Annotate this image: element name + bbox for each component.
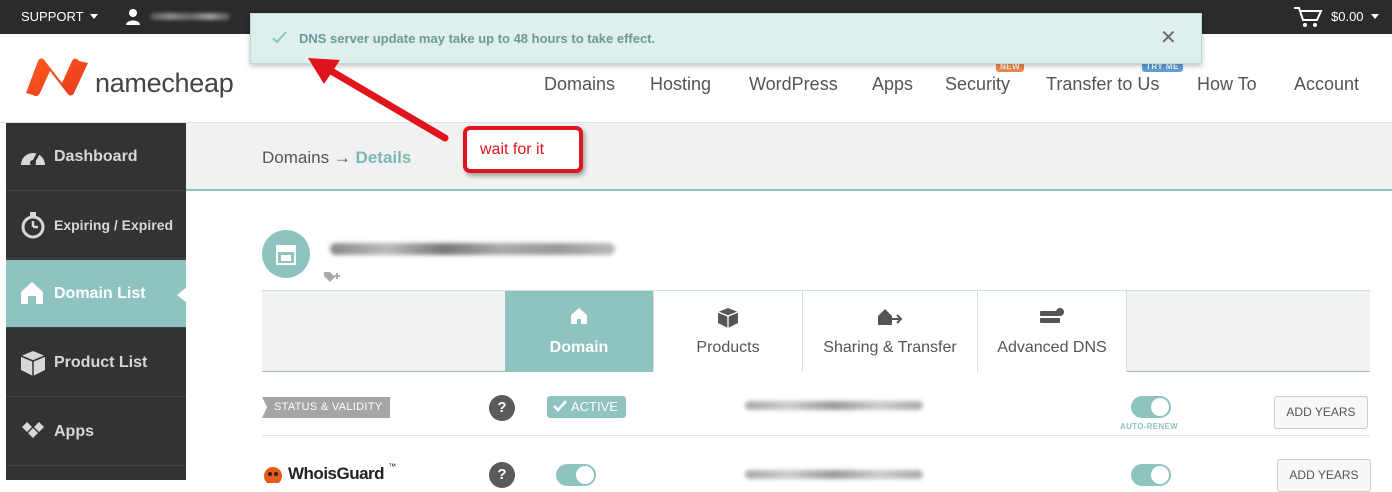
- sidebar-item-apps[interactable]: Apps: [6, 398, 186, 466]
- namecheap-logo-icon[interactable]: [22, 57, 90, 97]
- sidebar-item-label: Product List: [54, 353, 148, 371]
- tab-domain[interactable]: Domain: [505, 291, 654, 372]
- help-button[interactable]: ?: [489, 462, 515, 488]
- breadcrumb-current[interactable]: Details: [356, 148, 412, 167]
- auto-renew-label: AUTO-RENEW: [1120, 422, 1178, 431]
- whoisguard-date-redacted: [745, 470, 923, 479]
- domain-avatar: [262, 230, 310, 278]
- check-icon: [272, 31, 287, 44]
- annotation-arrow-icon: [308, 58, 449, 142]
- chevron-down-icon: [89, 14, 98, 19]
- cart-total[interactable]: $0.00: [1331, 9, 1379, 24]
- nav-transfer[interactable]: Transfer to Us: [1046, 74, 1159, 95]
- help-button[interactable]: ?: [489, 395, 515, 421]
- support-menu[interactable]: SUPPORT: [21, 9, 98, 24]
- diamonds-icon: [22, 422, 44, 438]
- support-label: SUPPORT: [21, 9, 84, 24]
- auto-renew-toggle[interactable]: [1131, 396, 1171, 418]
- tab-label: Advanced DNS: [997, 339, 1107, 356]
- whoisguard-logo-text: WhoisGuard: [288, 464, 385, 483]
- notification-message: DNS server update may take up to 48 hour…: [299, 31, 656, 46]
- check-icon: [553, 400, 567, 412]
- trademark: ™: [388, 462, 397, 471]
- nav-security[interactable]: Security: [945, 74, 1010, 95]
- tab-sharing-transfer[interactable]: Sharing & Transfer: [803, 291, 978, 372]
- cart-total-value: $0.00: [1331, 9, 1364, 24]
- username-redacted[interactable]: [150, 13, 230, 20]
- share-house-icon: [878, 309, 903, 325]
- domain-tabs: Domain Products Sharing & Transfer Advan…: [262, 290, 1370, 372]
- tab-advanced-dns[interactable]: Advanced DNS: [978, 291, 1127, 372]
- tab-products[interactable]: Products: [654, 291, 803, 372]
- nav-domains[interactable]: Domains: [544, 74, 615, 95]
- sidebar-item-label: Dashboard: [54, 147, 138, 165]
- tab-label: Products: [696, 339, 760, 356]
- expiry-date-redacted: [745, 401, 923, 410]
- tab-label: Sharing & Transfer: [823, 339, 957, 356]
- sidebar-item-dashboard[interactable]: Dashboard: [6, 123, 186, 191]
- nav-hosting[interactable]: Hosting: [650, 74, 711, 95]
- add-years-button[interactable]: ADD YEARS: [1274, 396, 1368, 429]
- sidebar-item-expiring[interactable]: Expiring / Expired: [6, 191, 186, 259]
- whoisguard-auto-renew-toggle[interactable]: [1131, 464, 1171, 486]
- nav-apps[interactable]: Apps: [872, 74, 913, 95]
- row-divider: [262, 435, 1370, 436]
- nav-how-to[interactable]: How To: [1197, 74, 1257, 95]
- server-icon: [1040, 308, 1064, 323]
- breadcrumb-root[interactable]: Domains: [262, 148, 329, 167]
- whoisguard-logo: WhoisGuard ™: [262, 462, 397, 484]
- active-pointer: [177, 287, 187, 303]
- breadcrumb-separator: →: [329, 148, 356, 167]
- brand-name[interactable]: namecheap: [95, 68, 234, 99]
- user-icon[interactable]: [125, 8, 141, 25]
- add-years-button[interactable]: ADD YEARS: [1277, 459, 1371, 492]
- chevron-down-icon: [1370, 14, 1379, 19]
- nav-account[interactable]: Account: [1294, 74, 1359, 95]
- box-icon: [717, 308, 739, 328]
- whoisguard-toggle[interactable]: [556, 464, 596, 486]
- home-icon: [571, 308, 587, 324]
- stopwatch-icon: [21, 212, 45, 239]
- sidebar: Dashboard Expiring / Expired Domain List…: [6, 123, 187, 480]
- whoisguard-mascot-icon: [264, 467, 282, 483]
- storefront-icon: [276, 245, 296, 265]
- gauge-icon: [21, 151, 45, 166]
- sidebar-item-label: Expiring / Expired: [54, 216, 174, 233]
- domain-name-redacted: [330, 243, 615, 255]
- breadcrumb: Domains → Details: [262, 148, 411, 168]
- status-badge: ACTIVE: [547, 396, 626, 418]
- add-tag-icon[interactable]: [323, 270, 341, 284]
- annotation-callout: wait for it: [463, 126, 583, 173]
- nav-wordpress[interactable]: WordPress: [749, 74, 838, 95]
- tab-label: Domain: [549, 339, 609, 356]
- annotation-text: wait for it: [480, 141, 545, 158]
- sidebar-item-domain-list[interactable]: Domain List: [6, 260, 187, 328]
- cart-icon[interactable]: [1293, 6, 1323, 28]
- sidebar-item-label: Domain List: [54, 284, 146, 302]
- box-icon: [20, 351, 46, 376]
- sidebar-item-product-list[interactable]: Product List: [6, 329, 186, 397]
- status-badge-text: ACTIVE: [571, 399, 618, 414]
- sidebar-item-label: Apps: [54, 422, 94, 440]
- status-validity-label: STATUS & VALIDITY: [262, 397, 391, 418]
- close-icon[interactable]: ✕: [1160, 28, 1177, 48]
- home-icon: [21, 282, 43, 304]
